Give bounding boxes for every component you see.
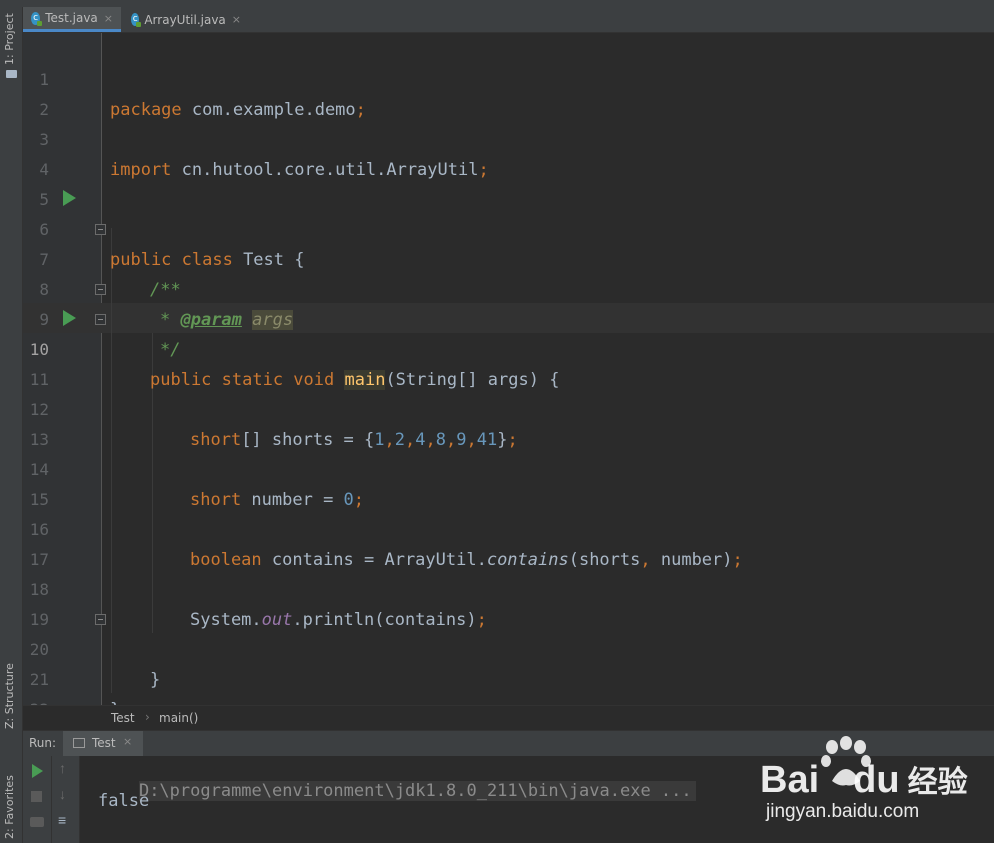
structure-tool-button[interactable]: Z: Structure — [3, 663, 16, 729]
code-line-19: 19 — [29, 610, 49, 629]
left-tool-strip: 1: Project Z: Structure 2: Favorites — [0, 7, 23, 843]
project-tool-button[interactable]: 1: Project — [3, 13, 16, 65]
favorites-tool-button[interactable]: 2: Favorites — [3, 775, 16, 839]
code-line-16: 16 boolean contains = ArrayUtil.contains… — [29, 520, 743, 570]
code-line-21: 21 } — [29, 670, 121, 720]
close-icon[interactable]: × — [123, 735, 132, 748]
down-arrow-icon[interactable]: ↓ — [59, 786, 66, 802]
rerun-icon[interactable] — [32, 764, 43, 778]
code-editor[interactable]: 1 package com.example.demo; 2 3 import c… — [23, 33, 994, 720]
console-output-line: false — [98, 791, 150, 811]
soft-wrap-icon[interactable]: ≡ — [58, 812, 66, 828]
console-command-line: D:\programme\environment\jdk1.8.0_211\bi… — [98, 761, 696, 821]
console-toolbar: ↑ ↓ ≡ — [52, 756, 80, 843]
code-line-18: 18 System.out.println(contains); — [29, 580, 487, 630]
code-line-6: 6 public class Test { — [39, 220, 305, 270]
code-line-12: 12 short[] shorts = {1,2,4,8,9,41}; — [29, 400, 518, 450]
up-arrow-icon[interactable]: ↑ — [59, 760, 66, 776]
code-line-17: 17 — [29, 550, 49, 569]
run-label: Run: — [29, 736, 57, 750]
code-line-14: 14 short number = 0; — [29, 460, 365, 510]
tab-arrayutil-java[interactable]: c ArrayUtil.java × — [123, 7, 249, 32]
code-line-8: 8 * @param args — [39, 280, 294, 330]
breadcrumb-class[interactable]: Test — [111, 711, 135, 725]
breadcrumb-separator: › — [145, 710, 150, 724]
run-tab-test[interactable]: Test × — [63, 731, 143, 756]
code-line-3: 3 import cn.hutool.core.util.ArrayUtil; — [39, 130, 489, 180]
run-toolbar — [23, 756, 52, 843]
code-line-9: 9 */ — [39, 310, 181, 360]
close-icon[interactable]: × — [232, 13, 241, 26]
code-line-22: 22 — [23, 665, 994, 719]
console-icon — [73, 738, 85, 748]
code-line-15: 15 — [29, 490, 49, 509]
editor-tabs: c Test.java × c ArrayUtil.java × — [23, 7, 994, 33]
tab-label: ArrayUtil.java — [144, 12, 226, 27]
code-line-1: 1 package com.example.demo; — [39, 70, 366, 120]
baidu-jingyan-watermark: Bai du 经验 jingyan.baidu.com — [760, 735, 990, 830]
code-line-10: 10 public static void main(String[] args… — [29, 340, 560, 390]
title-strip — [0, 0, 994, 7]
code-line-20: 20 } — [29, 640, 161, 690]
close-icon[interactable]: × — [104, 12, 113, 25]
c-class-icon: c — [31, 11, 43, 26]
code-line-5: 5 — [39, 190, 49, 209]
code-line-13: 13 — [29, 430, 49, 449]
code-line-4: 4 — [39, 160, 49, 179]
stop-icon[interactable] — [31, 791, 42, 802]
folder-icon — [6, 70, 17, 78]
tab-test-java[interactable]: c Test.java × — [23, 7, 121, 32]
code-line-2: 2 — [39, 100, 49, 119]
code-line-11: 11 — [29, 370, 49, 389]
camera-icon[interactable] — [30, 817, 44, 827]
code-line-7: 7 /** — [39, 250, 181, 300]
tab-label: Test.java — [45, 11, 98, 25]
c-class-icon: c — [131, 13, 142, 27]
breadcrumb-method[interactable]: main() — [159, 711, 198, 725]
breadcrumb: Test › main() — [23, 705, 994, 731]
